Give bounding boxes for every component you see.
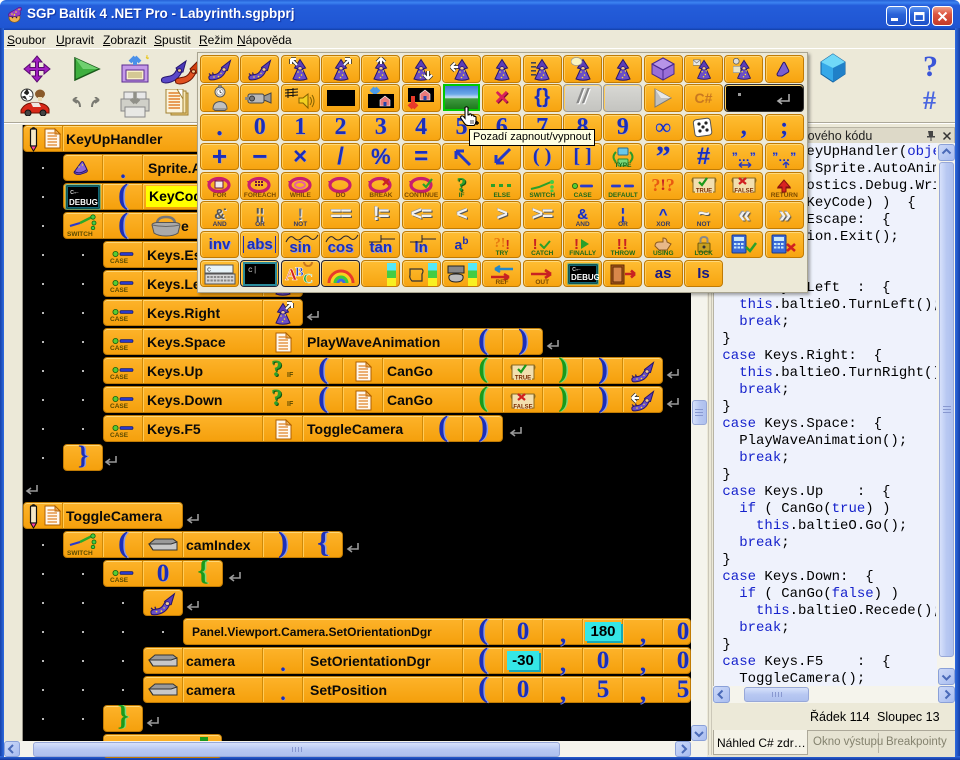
svg-text:c: c <box>207 266 211 274</box>
svg-text:DEBUG: DEBUG <box>571 273 599 282</box>
svg-text:TRUE: TRUE <box>515 375 531 381</box>
svg-text:TRUE: TRUE <box>695 188 711 194</box>
svg-text:FALSE: FALSE <box>734 188 753 194</box>
svg-text:DEBUG: DEBUG <box>69 198 98 207</box>
svg-text:c←: c← <box>70 189 79 197</box>
svg-text:c|: c| <box>248 266 258 275</box>
svg-text:FALSE: FALSE <box>513 404 532 410</box>
svg-text:C: C <box>303 272 313 286</box>
